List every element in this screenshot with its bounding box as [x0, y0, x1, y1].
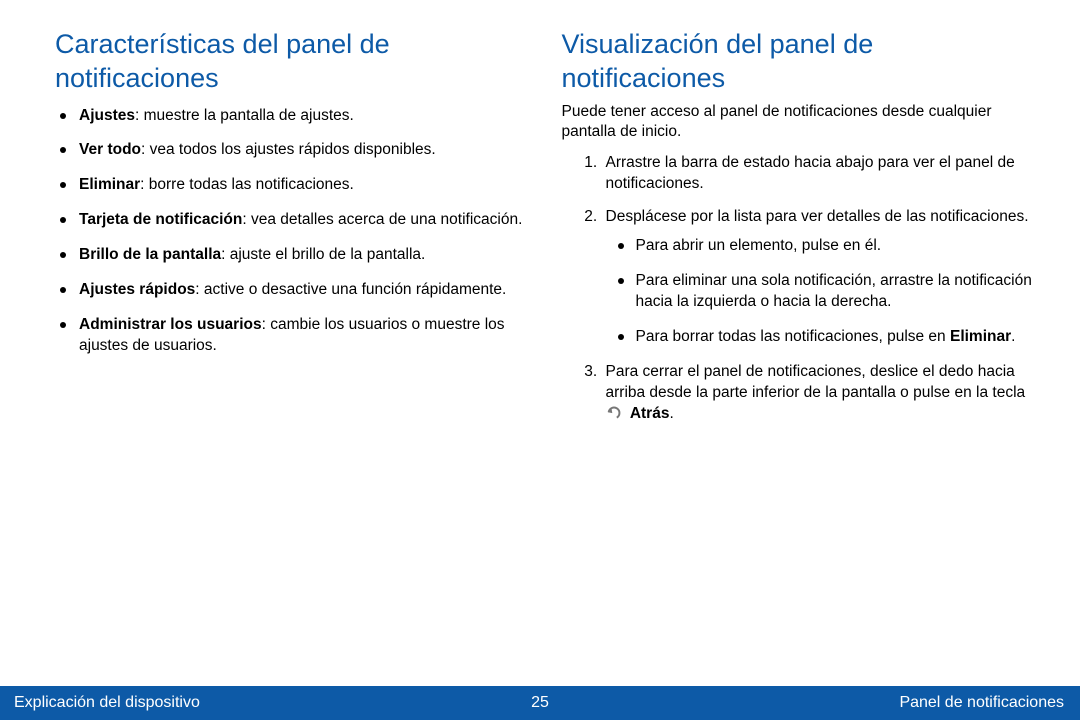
item-term: Administrar los usuarios — [79, 316, 262, 333]
item-term: Ajustes rápidos — [79, 281, 195, 298]
footer-right: Panel de notificaciones — [899, 694, 1064, 712]
sub-text: Para abrir un elemento, pulse en él. — [636, 237, 882, 254]
item-term: Ajustes — [79, 107, 135, 124]
steps-list: Arrastre la barra de estado hacia abajo … — [562, 153, 1041, 424]
features-list: Ajustes: muestre la pantalla de ajustes.… — [55, 106, 534, 357]
item-term: Eliminar — [79, 176, 140, 193]
sub-text: Para eliminar una sola notificación, arr… — [636, 272, 1032, 310]
right-heading: Visualización del panel de notificacione… — [562, 28, 1041, 96]
content-columns: Características del panel de notificacio… — [0, 0, 1080, 682]
list-item: Ajustes rápidos: active o desactive una … — [55, 280, 534, 301]
step-bold: Atrás — [630, 405, 670, 422]
item-term: Ver todo — [79, 141, 141, 158]
sub-list: Para abrir un elemento, pulse en él. Par… — [606, 236, 1041, 348]
item-text: : muestre la pantalla de ajustes. — [135, 107, 354, 124]
item-text: : vea detalles acerca de una notificació… — [242, 211, 522, 228]
step-text-c: . — [669, 405, 673, 422]
list-item: Administrar los usuarios: cambie los usu… — [55, 315, 534, 357]
step-text: Arrastre la barra de estado hacia abajo … — [606, 154, 1015, 192]
sub-text-c: . — [1011, 328, 1015, 345]
step-item: Desplácese por la lista para ver detalle… — [602, 207, 1041, 348]
step-text: Desplácese por la lista para ver detalle… — [606, 208, 1029, 225]
item-text: : ajuste el brillo de la pantalla. — [221, 246, 425, 263]
step-item: Para cerrar el panel de notificaciones, … — [602, 362, 1041, 425]
item-text: : borre todas las notificaciones. — [140, 176, 354, 193]
item-text: : vea todos los ajustes rápidos disponib… — [141, 141, 436, 158]
list-item: Brillo de la pantalla: ajuste el brillo … — [55, 245, 534, 266]
step-item: Arrastre la barra de estado hacia abajo … — [602, 153, 1041, 195]
page-footer: Explicación del dispositivo 25 Panel de … — [0, 686, 1080, 720]
item-term: Tarjeta de notificación — [79, 211, 242, 228]
step-text-a: Para cerrar el panel de notificaciones, … — [606, 363, 1026, 401]
sub-item: Para borrar todas las notificaciones, pu… — [606, 327, 1041, 348]
footer-left: Explicación del dispositivo — [14, 694, 200, 712]
back-icon — [606, 405, 624, 421]
item-text: : active o desactive una función rápidam… — [195, 281, 506, 298]
sub-bold: Eliminar — [950, 328, 1011, 345]
document-page: Características del panel de notificacio… — [0, 0, 1080, 720]
right-column: Visualización del panel de notificacione… — [562, 28, 1041, 682]
list-item: Ajustes: muestre la pantalla de ajustes. — [55, 106, 534, 127]
sub-text-a: Para borrar todas las notificaciones, pu… — [636, 328, 950, 345]
left-column: Características del panel de notificacio… — [55, 28, 534, 682]
list-item: Tarjeta de notificación: vea detalles ac… — [55, 210, 534, 231]
item-term: Brillo de la pantalla — [79, 246, 221, 263]
list-item: Eliminar: borre todas las notificaciones… — [55, 175, 534, 196]
left-heading: Características del panel de notificacio… — [55, 28, 534, 96]
intro-text: Puede tener acceso al panel de notificac… — [562, 102, 1041, 144]
sub-item: Para abrir un elemento, pulse en él. — [606, 236, 1041, 257]
list-item: Ver todo: vea todos los ajustes rápidos … — [55, 140, 534, 161]
sub-item: Para eliminar una sola notificación, arr… — [606, 271, 1041, 313]
